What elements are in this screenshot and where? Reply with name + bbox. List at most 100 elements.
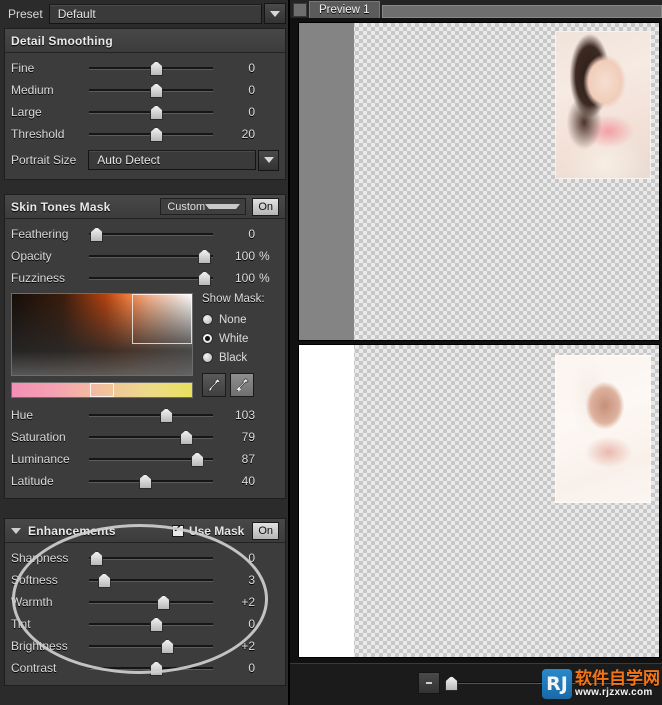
slider-thumb-softness[interactable] xyxy=(98,573,111,588)
portrait-size-label: Portrait Size xyxy=(11,153,88,167)
slider-track-threshold[interactable] xyxy=(89,123,213,145)
original-preview-pane[interactable] xyxy=(298,22,660,341)
skin-tone-gradient-field[interactable] xyxy=(11,293,193,376)
slider-row-medium: Medium 0 xyxy=(5,79,285,101)
radio-icon-black[interactable] xyxy=(202,352,213,363)
slider-thumb-saturation[interactable] xyxy=(180,430,193,445)
slider-thumb-feathering[interactable] xyxy=(90,227,103,242)
slider-track-warmth[interactable] xyxy=(89,591,213,613)
portrait-mask-thumbnail[interactable] xyxy=(555,355,651,503)
preset-dropdown[interactable]: Default xyxy=(49,4,262,24)
slider-label-feathering: Feathering xyxy=(11,227,89,241)
slider-thumb-warmth[interactable] xyxy=(157,595,170,610)
slider-value-sharpness: 0 xyxy=(213,551,255,565)
slider-track-tint[interactable] xyxy=(89,613,213,635)
preset-dropdown-button[interactable] xyxy=(264,3,286,24)
radio-show-mask-white[interactable]: White xyxy=(202,329,279,348)
enhancements-header[interactable]: Enhancements Use Mask On xyxy=(5,519,285,543)
detail-smoothing-header[interactable]: Detail Smoothing xyxy=(5,29,285,53)
portrait-original-thumbnail[interactable] xyxy=(555,31,651,179)
slider-label-brightness: Brightness xyxy=(11,639,89,653)
slider-track-large[interactable] xyxy=(89,101,213,123)
slider-thumb-opacity[interactable] xyxy=(198,249,211,264)
eyedropper-add-button[interactable] xyxy=(230,373,254,397)
watermark-chinese: 软件自学网 xyxy=(575,671,660,688)
enhancements-toggle[interactable]: On xyxy=(252,522,279,540)
slider-thumb-latitude[interactable] xyxy=(139,474,152,489)
slider-thumb-large[interactable] xyxy=(150,105,163,120)
watermark-text-column: 软件自学网 www.rjzxw.com xyxy=(575,671,660,698)
slider-track-luminance[interactable] xyxy=(89,448,213,470)
detail-smoothing-section: Detail Smoothing Fine 0 Medium xyxy=(4,28,286,180)
slider-value-feathering: 0 xyxy=(213,227,255,241)
radio-icon-none[interactable] xyxy=(202,314,213,325)
preview-white-block xyxy=(299,345,354,657)
watermark-logo-icon: RJ xyxy=(542,669,572,699)
slider-label-opacity: Opacity xyxy=(11,249,89,263)
preset-label: Preset xyxy=(8,7,43,21)
eyedropper-button[interactable] xyxy=(202,373,226,397)
use-mask-checkbox-row[interactable]: Use Mask xyxy=(172,524,244,538)
slider-track-saturation[interactable] xyxy=(89,426,213,448)
slider-value-luminance: 87 xyxy=(213,452,255,466)
slider-thumb-fine[interactable] xyxy=(150,61,163,76)
slider-thumb-contrast[interactable] xyxy=(150,661,163,676)
checkbox-icon-use-mask[interactable] xyxy=(172,525,184,537)
slider-track-hue[interactable] xyxy=(89,404,213,426)
slider-label-softness: Softness xyxy=(11,573,89,587)
slider-track-medium[interactable] xyxy=(89,79,213,101)
mask-preview-pane[interactable] xyxy=(298,344,660,658)
zoom-slider-thumb[interactable] xyxy=(445,676,458,691)
slider-unit-opacity: % xyxy=(255,249,271,263)
slider-thumb-threshold[interactable] xyxy=(150,127,163,142)
preview-tabbar: Preview 1 xyxy=(290,0,662,18)
slider-row-feathering: Feathering 0 xyxy=(5,223,285,245)
hue-strip[interactable] xyxy=(11,382,193,398)
slider-track-latitude[interactable] xyxy=(89,470,213,492)
slider-track-feathering[interactable] xyxy=(89,223,213,245)
hue-strip-selection[interactable] xyxy=(90,383,114,397)
slider-track-brightness[interactable] xyxy=(89,635,213,657)
slider-value-saturation: 79 xyxy=(213,430,255,444)
portraiture-plugin-window: Preset Default Detail Smoothing Fine xyxy=(0,0,662,705)
slider-value-tint: 0 xyxy=(213,617,255,631)
eyedropper-icon xyxy=(206,377,222,393)
slider-track-opacity[interactable] xyxy=(89,245,213,267)
radio-show-mask-black[interactable]: Black xyxy=(202,348,279,367)
tab-preview-1-label: Preview 1 xyxy=(319,4,370,16)
preset-value: Default xyxy=(50,7,96,21)
fit-to-window-button[interactable] xyxy=(418,672,440,694)
skin-tones-mask-toggle-label: On xyxy=(258,201,273,213)
slider-label-luminance: Luminance xyxy=(11,452,89,466)
tab-preview-1[interactable]: Preview 1 xyxy=(309,1,380,18)
slider-track-fuzziness[interactable] xyxy=(89,267,213,289)
slider-value-brightness: +2 xyxy=(213,639,255,653)
skin-tones-mode-dropdown[interactable]: Custom xyxy=(160,198,246,215)
portrait-size-row: Portrait Size Auto Detect xyxy=(5,145,285,173)
gradient-selection-rect[interactable] xyxy=(132,294,192,344)
triangle-down-icon[interactable] xyxy=(11,528,21,534)
slider-thumb-fuzziness[interactable] xyxy=(198,271,211,286)
radio-icon-white[interactable] xyxy=(202,333,213,344)
slider-thumb-tint[interactable] xyxy=(150,617,163,632)
slider-thumb-brightness[interactable] xyxy=(161,639,174,654)
slider-track-softness[interactable] xyxy=(89,569,213,591)
slider-label-tint: Tint xyxy=(11,617,89,631)
skin-tones-mask-header[interactable]: Skin Tones Mask Custom On xyxy=(5,195,285,219)
window-grip-icon[interactable] xyxy=(293,3,307,17)
slider-thumb-hue[interactable] xyxy=(160,408,173,423)
chevron-down-icon xyxy=(205,204,240,209)
slider-track-sharpness[interactable] xyxy=(89,547,213,569)
eyedropper-add-icon xyxy=(234,377,250,393)
radio-show-mask-none[interactable]: None xyxy=(202,310,279,329)
slider-thumb-medium[interactable] xyxy=(150,83,163,98)
slider-track-contrast[interactable] xyxy=(89,657,213,679)
slider-track-fine[interactable] xyxy=(89,57,213,79)
slider-thumb-luminance[interactable] xyxy=(191,452,204,467)
portrait-size-dropdown-button[interactable] xyxy=(258,150,279,171)
skin-tones-mask-toggle[interactable]: On xyxy=(252,198,279,216)
portrait-size-dropdown[interactable]: Auto Detect xyxy=(88,150,256,170)
watermark-logo-text: RJ xyxy=(546,673,568,695)
radio-label-none: None xyxy=(219,314,247,326)
slider-thumb-sharpness[interactable] xyxy=(90,551,103,566)
